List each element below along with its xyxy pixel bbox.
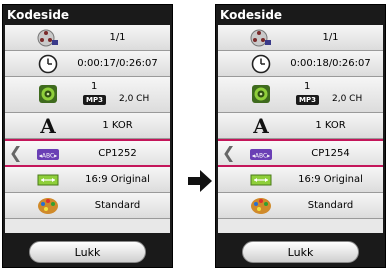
- row-time[interactable]: 0:00:18/0:26:07: [218, 51, 383, 77]
- audio-channels: 2,0 CH: [119, 94, 150, 104]
- clock-icon: [251, 54, 271, 74]
- comparison-stage: Kodeside 1/1 0:00:17/0:26:07 1 MP3 2,0 C…: [0, 0, 386, 271]
- row-aspect[interactable]: 16:9 Original: [5, 167, 170, 193]
- codepage-value: CP1254: [311, 147, 350, 159]
- option-list: 1/1 0:00:17/0:26:07 1 MP3 2,0 CH A 1 KOR…: [5, 25, 170, 233]
- aspect-value: 16:9 Original: [298, 174, 363, 185]
- abc-tag-icon: ◂ABC▸: [250, 149, 272, 160]
- bottom-bar: Lukk: [218, 235, 383, 265]
- row-aspect[interactable]: 16:9 Original: [218, 167, 383, 193]
- subtitle-value: 1 KOR: [315, 120, 346, 131]
- film-reel-icon: [250, 29, 271, 47]
- speaker-icon: [39, 85, 57, 103]
- audio-track-number: 1: [304, 81, 311, 92]
- bottom-bar: Lukk: [5, 235, 170, 265]
- row-chapter[interactable]: 1/1: [218, 25, 383, 51]
- row-subtitle[interactable]: A 1 KOR: [218, 113, 383, 139]
- info-panel-after: Kodeside 1/1 0:00:18/0:26:07 1 MP3 2,0 C…: [215, 4, 386, 268]
- speaker-icon: [252, 85, 270, 103]
- aspect-ratio-icon: [37, 174, 59, 186]
- film-reel-icon: [37, 29, 58, 47]
- time-value: 0:00:18/0:26:07: [290, 58, 371, 69]
- aspect-value: 16:9 Original: [85, 174, 150, 185]
- audio-channels: 2,0 CH: [332, 94, 363, 104]
- audio-info: 1 MP3 2,0 CH: [282, 81, 378, 109]
- chapter-value: 1/1: [109, 32, 126, 43]
- row-chapter[interactable]: 1/1: [5, 25, 170, 51]
- close-button[interactable]: Lukk: [242, 241, 359, 263]
- palette-icon: [251, 198, 271, 214]
- right-arrow-icon: [188, 170, 212, 192]
- letter-a-icon: A: [40, 114, 56, 138]
- letter-a-icon: A: [253, 114, 269, 138]
- picture-mode-value: Standard: [307, 200, 354, 211]
- audio-format-badge: MP3: [296, 95, 319, 105]
- row-picture[interactable]: Standard: [218, 193, 383, 219]
- picture-mode-value: Standard: [94, 200, 141, 211]
- info-panel-before: Kodeside 1/1 0:00:17/0:26:07 1 MP3 2,0 C…: [2, 4, 173, 268]
- svg-text:◂ABC▸: ◂ABC▸: [39, 153, 57, 160]
- abc-tag-icon: ◂ABC▸: [37, 149, 59, 160]
- aspect-ratio-icon: [250, 174, 272, 186]
- svg-text:◂ABC▸: ◂ABC▸: [252, 153, 270, 160]
- panel-title: Kodeside: [7, 8, 70, 22]
- row-codepage[interactable]: ❮ ◂ABC▸ CP1254: [218, 139, 383, 167]
- codepage-value: CP1252: [98, 147, 137, 159]
- option-list: 1/1 0:00:18/0:26:07 1 MP3 2,0 CH A 1 KOR…: [218, 25, 383, 233]
- chevron-left-icon[interactable]: ❮: [9, 145, 22, 161]
- audio-info: 1 MP3 2,0 CH: [69, 81, 165, 109]
- subtitle-value: 1 KOR: [102, 120, 133, 131]
- close-button[interactable]: Lukk: [29, 241, 146, 263]
- row-codepage[interactable]: ❮ ◂ABC▸ CP1252: [5, 139, 170, 167]
- row-time[interactable]: 0:00:17/0:26:07: [5, 51, 170, 77]
- row-picture[interactable]: Standard: [5, 193, 170, 219]
- time-value: 0:00:17/0:26:07: [77, 58, 158, 69]
- palette-icon: [38, 198, 58, 214]
- audio-track-number: 1: [91, 81, 98, 92]
- panel-title: Kodeside: [220, 8, 283, 22]
- row-audio[interactable]: 1 MP3 2,0 CH: [5, 77, 170, 113]
- clock-icon: [38, 54, 58, 74]
- chapter-value: 1/1: [322, 32, 339, 43]
- audio-format-badge: MP3: [83, 95, 106, 105]
- row-subtitle[interactable]: A 1 KOR: [5, 113, 170, 139]
- row-audio[interactable]: 1 MP3 2,0 CH: [218, 77, 383, 113]
- chevron-left-icon[interactable]: ❮: [222, 145, 235, 161]
